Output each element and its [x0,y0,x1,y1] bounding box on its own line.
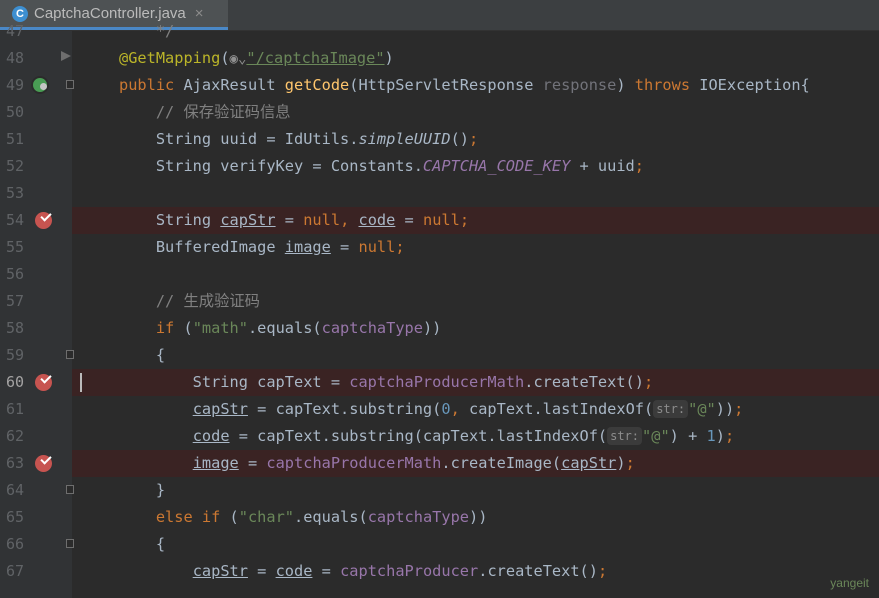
line-number: 51 [5,130,24,148]
line-code: { [119,535,166,553]
line-number: 48 [5,49,24,67]
line-number: 54 [5,211,24,229]
code-line: 62 code = capText.substring(capText.last… [0,423,879,450]
line-number: 66 [5,535,24,553]
fold-icon[interactable] [66,485,74,494]
parameter-hint: str: [653,400,689,418]
code-line: 49 public AjaxResult getCode(HttpServlet… [0,72,879,99]
code-line: 53 [0,180,879,207]
watermark: yangeit [830,576,869,590]
breakpoint-icon[interactable] [35,212,52,229]
line-code: String capStr = null, code = null; [119,211,470,229]
line-number: 49 [5,76,24,94]
line-number-current: 60 [5,373,24,391]
line-code: } [119,481,166,499]
code-line: 64 } [0,477,879,504]
fold-icon[interactable] [66,539,74,548]
code-line: 56 [0,261,879,288]
line-number: 58 [5,319,24,337]
line-number: 61 [5,400,24,418]
line-code: capStr = capText.substring(0, capText.la… [192,400,744,418]
line-number: 56 [5,265,24,283]
line-code: { [119,346,166,364]
line-number: 63 [5,454,24,472]
text-caret [80,373,82,392]
globe-icon[interactable]: ◉⌄ [230,51,247,67]
line-number: 67 [5,562,24,580]
line-code: // 生成验证码 [155,292,260,310]
line-code: else if ("char".equals(captchaType)) [155,508,488,526]
line-code: String uuid = IdUtils.simpleUUID(); [119,130,479,148]
code-line: 61 capStr = capText.substring(0, capText… [0,396,879,423]
line-code: */ [119,22,175,40]
line-number: 47 [5,22,24,40]
line-number: 52 [5,157,24,175]
code-line-breakpoint: 60 String capText = captchaProducerMath.… [0,369,879,396]
code-line: 48 @GetMapping(◉⌄"/captchaImage") [0,45,879,72]
fold-icon[interactable] [66,350,74,359]
fold-icon[interactable] [66,80,74,89]
line-code: String verifyKey = Constants.CAPTCHA_COD… [119,157,644,175]
breakpoint-icon[interactable] [35,374,52,391]
code-line: 59 { [0,342,879,369]
line-code: @GetMapping(◉⌄"/captchaImage") [119,49,394,67]
code-line: 52 String verifyKey = Constants.CAPTCHA_… [0,153,879,180]
fold-arrow-icon[interactable] [61,51,71,61]
line-number: 64 [5,481,24,499]
code-line: 58 if ("math".equals(captchaType)) [0,315,879,342]
code-line: 47 */ [0,18,879,45]
code-line: 50 // 保存验证码信息 [0,99,879,126]
line-code: capStr = code = captchaProducer.createTe… [192,562,608,580]
code-editor[interactable]: 47 */ 48 @GetMapping(◉⌄"/captchaImage") … [0,22,879,598]
parameter-hint: str: [607,427,643,445]
line-code: if ("math".equals(captchaType)) [155,319,442,337]
line-code: String capText = captchaProducerMath.cre… [119,373,654,391]
line-number: 62 [5,427,24,445]
line-code: public AjaxResult getCode(HttpServletRes… [119,76,810,94]
line-number: 57 [5,292,24,310]
code-line: 55 BufferedImage image = null; [0,234,879,261]
run-endpoint-icon[interactable] [31,76,49,94]
line-number: 59 [5,346,24,364]
line-code: code = capText.substring(capText.lastInd… [192,427,735,445]
line-code: // 保存验证码信息 [155,103,291,121]
code-line: 67 capStr = code = captchaProducer.creat… [0,558,879,585]
line-number: 50 [5,103,24,121]
line-number: 65 [5,508,24,526]
breakpoint-icon[interactable] [35,455,52,472]
code-line-breakpoint: 63 image = captchaProducerMath.createIma… [0,450,879,477]
code-line: 65 else if ("char".equals(captchaType)) [0,504,879,531]
code-line: 66 { [0,531,879,558]
line-code: BufferedImage image = null; [119,238,405,256]
code-line: 57 // 生成验证码 [0,288,879,315]
code-line: 51 String uuid = IdUtils.simpleUUID(); [0,126,879,153]
line-code: image = captchaProducerMath.createImage(… [192,454,635,472]
line-number: 53 [5,184,24,202]
line-number: 55 [5,238,24,256]
code-line-breakpoint: 54 String capStr = null, code = null; [0,207,879,234]
